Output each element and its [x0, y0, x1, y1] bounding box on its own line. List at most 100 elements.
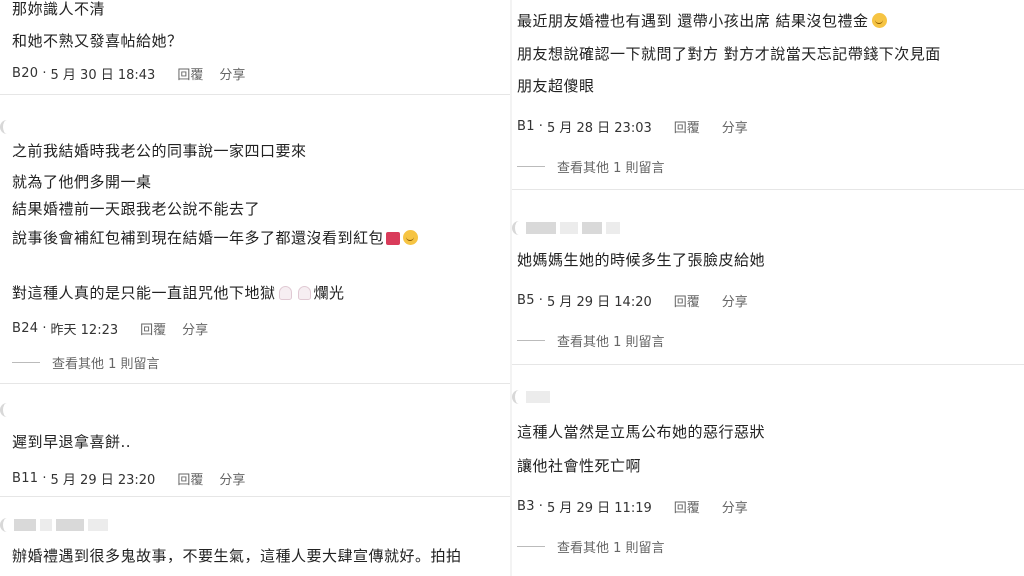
share-button[interactable]: 分享 — [722, 291, 748, 310]
blurred-username — [14, 519, 36, 531]
share-button[interactable]: 分享 — [182, 319, 208, 338]
comment-text-line: 對這種人真的是只能一直詛咒他下地獄 爛光 — [12, 282, 345, 303]
reply-button[interactable]: 回覆 — [674, 291, 700, 310]
comment-text-line: 讓他社會性死亡啊 — [517, 457, 642, 475]
comment-text-line: 之前我結婚時我老公的同事說一家四口要來 — [12, 142, 307, 160]
avatar-icon — [0, 120, 10, 134]
comment-text: 說事後會補紅包補到現在結婚一年多了都還沒看到紅包 — [12, 229, 385, 247]
meta-separator: · — [538, 499, 543, 514]
left-comment-column: 那妳識人不清 和她不熟又發喜帖給她？ B20 · 5 月 30 日 18:43 … — [0, 0, 512, 576]
view-more-label: 查看其他 1 則留言 — [52, 357, 160, 372]
view-more-replies-button[interactable]: 查看其他 1 則留言 — [517, 331, 665, 350]
dash-divider — [517, 340, 545, 341]
comment-meta: B11 · 5 月 29 日 23:20 回覆 分享 — [12, 469, 245, 488]
view-more-label: 查看其他 1 則留言 — [557, 541, 665, 556]
avatar — [0, 518, 108, 532]
avatar — [512, 221, 620, 235]
blurred-username — [88, 519, 108, 531]
view-more-label: 查看其他 1 則留言 — [557, 335, 665, 350]
comment-meta: B5 · 5 月 29 日 14:20 回覆 分享 — [517, 291, 748, 310]
comment-meta: B1 · 5 月 28 日 23:03 回覆 分享 — [517, 117, 748, 136]
comment-text-line: 和她不熟又發喜帖給她？ — [12, 32, 183, 50]
floor-number: B24 — [12, 321, 39, 336]
avatar — [0, 403, 10, 417]
comment-meta: B3 · 5 月 29 日 11:19 回覆 分享 — [517, 497, 748, 516]
comment-text-line: 辦婚禮遇到很多鬼故事，不要生氣，這種人要大肆宣傳就好。拍拍 — [12, 547, 462, 565]
comment-card-partial: 辦婚禮遇到很多鬼故事，不要生氣，這種人要大肆宣傳就好。拍拍 — [0, 498, 512, 576]
right-comment-column: 最近朋友婚禮也有遇到 還帶小孩出席 結果沒包禮金 朋友想說確認一下就問了對方 對… — [512, 0, 1024, 576]
share-button[interactable]: 分享 — [219, 469, 245, 488]
comment-timestamp: 5 月 30 日 18:43 — [50, 68, 156, 83]
avatar-icon — [0, 403, 10, 417]
avatar-icon — [0, 518, 10, 532]
blurred-username — [56, 519, 84, 531]
comment-timestamp: 5 月 29 日 11:19 — [546, 501, 652, 516]
comment-text-line: 遲到早退拿喜餅.. — [12, 433, 132, 451]
comment-text: 最近朋友婚禮也有遇到 還帶小孩出席 結果沒包禮金 — [517, 12, 869, 30]
comment-card-b11: 遲到早退拿喜餅.. B11 · 5 月 29 日 23:20 回覆 分享 — [0, 385, 512, 497]
avatar-icon — [512, 221, 522, 235]
comment-text-line: 這種人當然是立馬公布她的惡行惡狀 — [517, 423, 766, 441]
reply-button[interactable]: 回覆 — [674, 497, 700, 516]
dash-divider — [12, 362, 40, 363]
floor-number: B5 — [517, 293, 535, 308]
floor-number: B1 — [517, 119, 535, 134]
floor-number: B20 — [12, 66, 39, 81]
blurred-username — [526, 222, 556, 234]
reply-button[interactable]: 回覆 — [177, 469, 203, 488]
comment-text-line: 說事後會補紅包補到現在結婚一年多了都還沒看到紅包 — [12, 227, 419, 248]
view-more-label: 查看其他 1 則留言 — [557, 161, 665, 176]
view-more-replies-button[interactable]: 查看其他 1 則留言 — [12, 353, 160, 372]
smile-emoji-icon — [403, 230, 419, 245]
avatar — [512, 390, 550, 404]
comment-card-b20: 那妳識人不清 和她不熟又發喜帖給她？ B20 · 5 月 30 日 18:43 … — [0, 0, 512, 95]
floor-number: B11 — [12, 471, 39, 486]
share-button[interactable]: 分享 — [219, 64, 245, 83]
comment-text-line: 朋友想說確認一下就問了對方 對方才說當天忘記帶錢下次見面 — [517, 45, 941, 63]
ghost-emoji-icon — [278, 286, 292, 300]
comment-text-line: 就為了他們多開一桌 — [12, 173, 152, 191]
comment-timestamp: 5 月 29 日 23:20 — [50, 473, 156, 488]
comment-timestamp: 昨天 12:23 — [50, 323, 119, 338]
dash-divider — [517, 166, 545, 167]
view-more-replies-button[interactable]: 查看其他 1 則留言 — [517, 157, 665, 176]
comment-text-line: 那妳識人不清 — [12, 0, 106, 18]
comment-meta: B24 · 昨天 12:23 回覆 分享 — [12, 319, 208, 338]
comment-timestamp: 5 月 28 日 23:03 — [546, 121, 652, 136]
red-envelope-icon — [386, 232, 401, 245]
comment-card-b1: 最近朋友婚禮也有遇到 還帶小孩出席 結果沒包禮金 朋友想說確認一下就問了對方 對… — [512, 0, 1024, 190]
blurred-username — [582, 222, 602, 234]
blurred-username — [526, 391, 550, 403]
comment-text: 對這種人真的是只能一直詛咒他下地獄 — [12, 284, 276, 302]
comment-card-b5: 她媽媽生她的時候多生了張臉皮給她 B5 · 5 月 29 日 14:20 回覆 … — [512, 191, 1024, 365]
dash-divider — [517, 546, 545, 547]
reply-button[interactable]: 回覆 — [674, 117, 700, 136]
blurred-username — [40, 519, 52, 531]
comment-text: 爛光 — [313, 284, 345, 302]
reply-button[interactable]: 回覆 — [177, 64, 203, 83]
reply-button[interactable]: 回覆 — [140, 319, 166, 338]
blurred-username — [606, 222, 620, 234]
comment-card-b3: 這種人當然是立馬公布她的惡行惡狀 讓他社會性死亡啊 B3 · 5 月 29 日 … — [512, 366, 1024, 576]
meta-separator: · — [42, 471, 47, 486]
comment-text-line: 朋友超傻眼 — [517, 77, 595, 95]
smile-emoji-icon — [871, 13, 887, 28]
blurred-username — [560, 222, 578, 234]
share-button[interactable]: 分享 — [722, 497, 748, 516]
comment-card-b24: 之前我結婚時我老公的同事說一家四口要來 就為了他們多開一桌 結果婚禮前一天跟我老… — [0, 96, 512, 384]
meta-separator: · — [42, 321, 47, 336]
ghost-emoji-icon — [297, 286, 311, 300]
comment-meta: B20 · 5 月 30 日 18:43 回覆 分享 — [12, 64, 245, 83]
comment-text-line: 她媽媽生她的時候多生了張臉皮給她 — [517, 251, 766, 269]
view-more-replies-button[interactable]: 查看其他 1 則留言 — [517, 537, 665, 556]
meta-separator: · — [42, 66, 47, 81]
avatar-icon — [512, 390, 522, 404]
comment-timestamp: 5 月 29 日 14:20 — [546, 295, 652, 310]
floor-number: B3 — [517, 499, 535, 514]
meta-separator: · — [538, 293, 543, 308]
comment-text-line: 最近朋友婚禮也有遇到 還帶小孩出席 結果沒包禮金 — [517, 10, 887, 31]
comment-text-line: 結果婚禮前一天跟我老公說不能去了 — [12, 200, 261, 218]
meta-separator: · — [538, 119, 543, 134]
avatar — [0, 120, 10, 134]
share-button[interactable]: 分享 — [722, 117, 748, 136]
